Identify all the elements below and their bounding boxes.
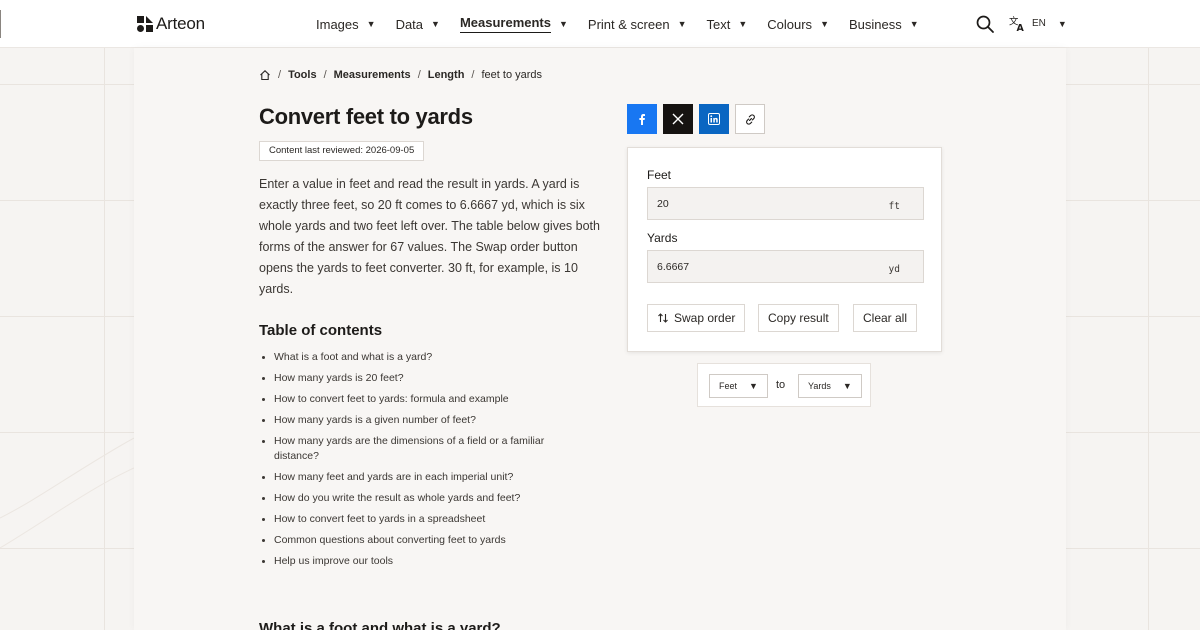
chevron-down-icon: ▼: [820, 19, 829, 29]
table-of-contents: What is a foot and what is a yard? How m…: [259, 350, 559, 575]
home-icon[interactable]: [259, 69, 271, 81]
breadcrumb-separator: /: [417, 69, 421, 81]
to-label: to: [776, 379, 786, 391]
toc-item[interactable]: How many yards is a given number of feet…: [259, 413, 559, 428]
nav-label: Colours: [767, 16, 813, 32]
breadcrumb-separator: /: [278, 69, 282, 81]
translate-icon: 文 A: [1009, 15, 1025, 32]
converter-card: Feet 20 ft Yards 6.6667 yd Swap order Co…: [627, 147, 942, 352]
clear-all-label: Clear all: [863, 311, 908, 325]
main-nav: Images ▼ Data ▼ Measurements ▼ Print & scre…: [316, 0, 939, 48]
chevron-down-icon: ▼: [909, 19, 919, 29]
from-unit-dropdown[interactable]: Feet ▼: [709, 374, 768, 398]
intro-paragraph: Enter a value in feet and read the resul…: [259, 177, 600, 296]
search-button[interactable]: [975, 14, 995, 34]
toc-item[interactable]: How to convert feet to yards: formula an…: [259, 392, 559, 407]
swap-order-button[interactable]: Swap order: [647, 304, 746, 332]
copy-result-label: Copy result: [768, 311, 829, 325]
nav-label: Data: [395, 16, 424, 32]
link-icon: [745, 113, 755, 125]
nav-label: Print & screen: [587, 16, 670, 32]
to-unit-value: Yards: [808, 381, 831, 391]
language-code: EN: [1032, 18, 1046, 29]
svg-text:A: A: [1017, 23, 1025, 32]
toc-heading: Table of contents: [259, 322, 383, 339]
share-facebook-button[interactable]: [627, 104, 657, 134]
toc-item[interactable]: How many yards are the dimensions of a f…: [259, 434, 559, 464]
share-linkedin-button[interactable]: [699, 104, 729, 134]
nav-business[interactable]: Business ▼: [849, 0, 919, 48]
copy-result-button[interactable]: Copy result: [758, 304, 839, 332]
feet-unit: ft: [888, 201, 900, 212]
x-icon: [672, 113, 684, 125]
feet-input[interactable]: 20 ft: [647, 187, 924, 220]
share-buttons: [627, 104, 765, 134]
nav-label: Business: [848, 16, 902, 32]
toc-item[interactable]: How do you write the result as whole yar…: [259, 491, 559, 506]
breadcrumb-tools[interactable]: Tools: [288, 69, 317, 81]
review-date-badge: Content last reviewed: 2026-09-05: [259, 141, 425, 161]
chevron-down-icon: ▼: [677, 19, 687, 29]
language-selector[interactable]: 文 A EN ▼: [1009, 15, 1067, 32]
window-edge: [0, 10, 1, 38]
breadcrumb-separator: /: [323, 69, 327, 81]
yards-value: 6.6667: [657, 261, 690, 273]
breadcrumb-length[interactable]: Length: [428, 69, 465, 81]
swap-order-label: Swap order: [674, 311, 736, 325]
swap-arrows-icon: [658, 313, 668, 323]
feet-value: 20: [657, 198, 669, 210]
nav-print-screen[interactable]: Print & screen ▼: [588, 0, 687, 48]
top-navigation-bar: Arteon Images ▼ Data ▼ Measurements ▼ Print…: [0, 0, 1200, 48]
section-heading: What is a foot and what is a yard?: [259, 620, 501, 630]
toc-item[interactable]: Common questions about converting feet t…: [259, 533, 559, 548]
share-x-button[interactable]: [663, 104, 693, 134]
nav-data[interactable]: Data ▼: [396, 0, 440, 48]
to-unit-dropdown[interactable]: Yards ▼: [798, 374, 862, 398]
nav-label: Images: [316, 16, 359, 32]
nav-measurements[interactable]: Measurements ▼: [459, 0, 568, 48]
page-title: Convert feet to yards: [259, 104, 473, 129]
brand-logo[interactable]: Arteon: [137, 14, 205, 34]
breadcrumb-current: feet to yards: [481, 69, 543, 81]
chevron-down-icon: ▼: [431, 19, 440, 29]
chevron-down-icon: ▼: [366, 19, 376, 29]
toc-item[interactable]: Help us improve our tools: [259, 554, 559, 569]
chevron-down-icon: ▼: [1057, 18, 1067, 29]
unit-selector: Feet ▼ to Yards ▼: [697, 363, 871, 407]
copy-link-button[interactable]: [735, 104, 765, 134]
chevron-down-icon: ▼: [559, 19, 568, 29]
nav-text[interactable]: Text ▼: [707, 0, 748, 48]
toc-item[interactable]: What is a foot and what is a yard?: [259, 350, 559, 365]
clear-all-button[interactable]: Clear all: [853, 304, 918, 332]
chevron-down-icon: ▼: [842, 381, 852, 391]
toc-item[interactable]: How many yards is 20 feet?: [259, 371, 559, 386]
chevron-down-icon: ▼: [738, 19, 748, 29]
feet-label: Feet: [647, 168, 672, 182]
breadcrumb: / Tools / Measurements / Length / feet t…: [259, 69, 542, 81]
brand-name: Arteon: [156, 14, 205, 33]
toc-item[interactable]: How many feet and yards are in each impe…: [259, 470, 559, 485]
nav-label: Text: [706, 16, 731, 32]
breadcrumb-separator: /: [471, 69, 475, 81]
yards-label: Yards: [647, 231, 678, 245]
search-icon: [976, 15, 994, 33]
facebook-icon: [639, 114, 645, 125]
chevron-down-icon: ▼: [749, 381, 758, 391]
arteon-logo-icon: [137, 16, 153, 32]
from-unit-value: Feet: [719, 381, 738, 391]
nav-label: Measurements: [459, 15, 551, 33]
yards-input[interactable]: 6.6667 yd: [647, 250, 924, 283]
toc-item[interactable]: How to convert feet to yards in a spread…: [259, 512, 559, 527]
nav-images[interactable]: Images ▼: [316, 0, 376, 48]
linkedin-icon: [708, 113, 720, 125]
decorative-lines: [0, 437, 134, 549]
nav-colours[interactable]: Colours ▼: [767, 0, 829, 48]
breadcrumb-measurements[interactable]: Measurements: [334, 69, 411, 81]
yards-unit: yd: [888, 264, 900, 275]
